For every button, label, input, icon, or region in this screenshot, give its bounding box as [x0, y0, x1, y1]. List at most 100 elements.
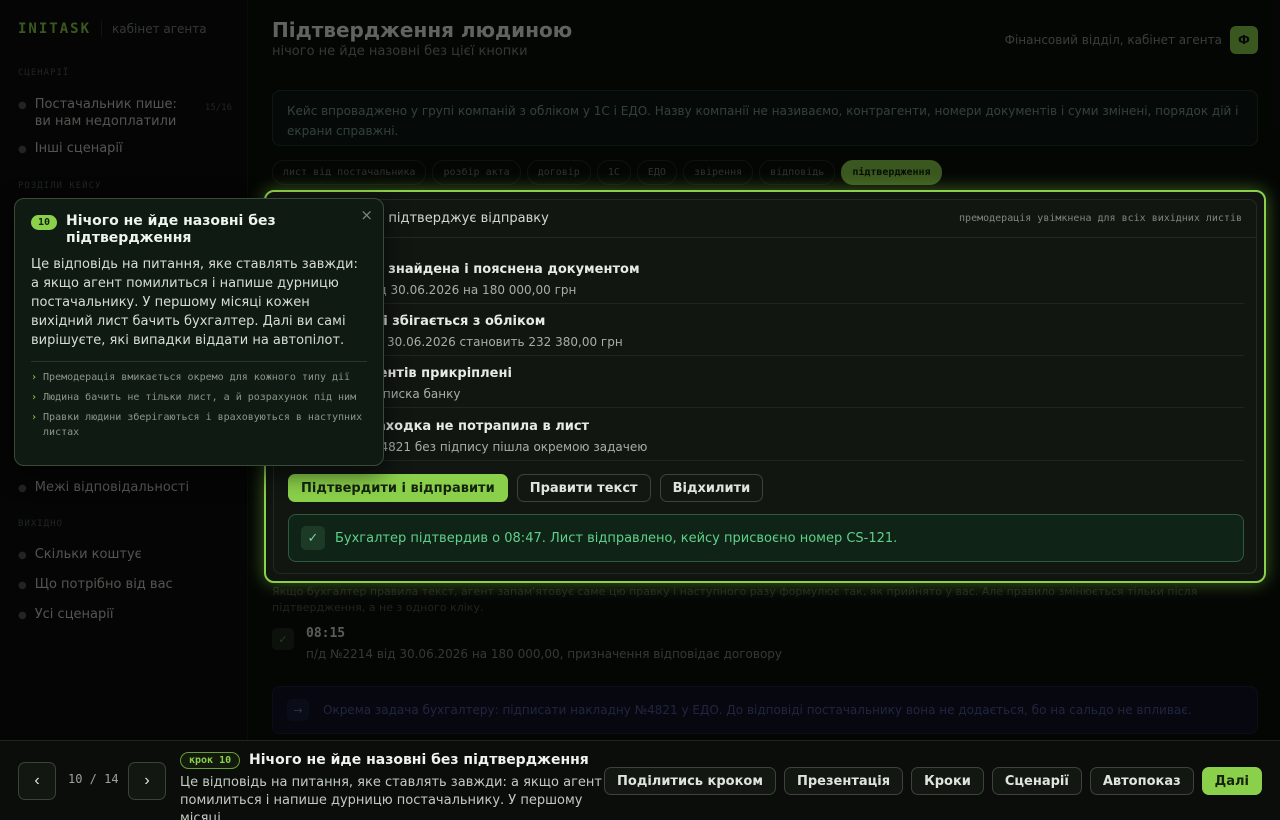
- tab-1c[interactable]: 1С: [596, 160, 631, 185]
- next-step-arrow-button[interactable]: ›: [128, 762, 166, 800]
- success-text: Бухгалтер підтвердив о 08:47. Лист відпр…: [335, 530, 898, 546]
- bullet-icon: ●: [18, 610, 27, 621]
- sidebar-item-label: Постачальник пише: ви нам недоплатили: [34, 97, 177, 129]
- check-desc: №4821 без підпису пішла окремою задачею: [368, 440, 648, 454]
- presentation-button[interactable]: Презентація: [783, 767, 904, 795]
- tour-bar: ‹ 10 / 14 › крок 10 Нічого не йде назовн…: [0, 740, 1280, 820]
- close-icon[interactable]: ×: [360, 206, 373, 224]
- bullet-icon: ●: [18, 100, 27, 111]
- confirmation-card: ер підтверджує відправку премодерація ув…: [273, 199, 1257, 574]
- divider: [31, 361, 367, 362]
- share-step-button[interactable]: Поділитись кроком: [604, 767, 776, 795]
- popover-bullet: › Людина бачить не тільки лист, а й розр…: [31, 390, 367, 405]
- sidebar-item-label: Межі відповідальності: [34, 480, 190, 495]
- sidebar-item-count: 15/16: [204, 103, 232, 113]
- popover-title: Нічого не йде назовні без підтвердження: [66, 213, 276, 246]
- step-badge: крок 10: [180, 752, 241, 769]
- brand-divider: [101, 21, 103, 37]
- check-icon: ✓: [272, 628, 294, 650]
- chevron-right-icon: ›: [31, 412, 38, 423]
- steps-button[interactable]: Кроки: [911, 767, 984, 795]
- sidebar-item-label: Що потрібно від вас: [34, 577, 173, 592]
- bullet-text: Людина бачить не тільки лист, а й розрах…: [43, 392, 357, 403]
- sidebar-item-scenario-current[interactable]: ● Постачальник пише: ви нам недоплатили …: [18, 96, 232, 130]
- step-counter: 10 / 14: [68, 772, 119, 786]
- sidebar-item-label: Скільки коштує: [34, 547, 142, 562]
- sidebar-item-label: Усі сценарії: [34, 607, 114, 622]
- sidebar-item-cost[interactable]: ● Скільки коштує: [18, 546, 232, 564]
- check-title: ть знайдена і пояснена документом: [368, 262, 640, 277]
- tab-act-review[interactable]: розбір акта: [432, 160, 521, 185]
- check-row: находка не потрапила в лист №4821 без пі…: [288, 409, 1244, 461]
- tab-reply[interactable]: відповідь: [759, 160, 836, 185]
- popover-bullet: › Правки людини зберігаються і враховуют…: [31, 410, 367, 440]
- tab-edo[interactable]: ЕДО: [636, 160, 677, 185]
- bullet-text: Премодерація вмикається окремо для кожно…: [43, 372, 351, 383]
- org-name: Фінансовий відділ, кабінет агента: [1004, 33, 1222, 47]
- org-switcher[interactable]: Фінансовий відділ, кабінет агента Ф: [1005, 26, 1258, 54]
- tour-step-title: Нічого не йде назовні без підтвердження: [249, 752, 589, 768]
- sidebar-item-responsibility[interactable]: ● Межі відповідальності: [18, 479, 232, 497]
- task-text: Окрема задача бухгалтеру: підписати накл…: [323, 703, 1192, 717]
- sidebar-item-label: Інші сценарії: [34, 141, 123, 156]
- bullet-icon: ●: [18, 580, 27, 591]
- tour-popover: 10 Нічого не йде назовні без підтверджен…: [14, 198, 384, 466]
- brand-logo[interactable]: INITASK: [18, 21, 91, 37]
- page-title: Підтвердження людиною: [272, 18, 573, 42]
- check-desc: на 30.06.2026 становить 232 380,00 грн: [368, 335, 623, 349]
- popover-header: 10 Нічого не йде назовні без підтверджен…: [31, 213, 367, 247]
- tab-contract[interactable]: договір: [526, 160, 591, 185]
- bullet-icon: ●: [18, 483, 27, 494]
- brand-subtitle: кабінет агента: [112, 22, 207, 36]
- confirm-send-button[interactable]: Підтвердити і відправити: [288, 474, 508, 502]
- timeline-entry: ✓ 08:15 п/д №2214 від 30.06.2026 на 180 …: [272, 626, 782, 661]
- prev-step-button[interactable]: ‹: [18, 762, 56, 800]
- sidebar-item-other-scenarios[interactable]: ● Інші сценарії: [18, 140, 232, 158]
- chevron-right-icon: ›: [31, 372, 38, 383]
- timeline-time: 08:15: [306, 626, 346, 641]
- tour-actions: Поділитись кроком Презентація Кроки Сцен…: [604, 767, 1262, 795]
- next-button[interactable]: Далі: [1201, 767, 1262, 795]
- case-note: Кейс впроваджено у групі компаній з облі…: [272, 90, 1258, 146]
- arrow-right-icon: →: [287, 699, 309, 721]
- bullet-text: Правки людини зберігаються і враховуютьс…: [43, 412, 363, 438]
- chevron-right-icon: ›: [31, 392, 38, 403]
- bullet-icon: ●: [18, 550, 27, 561]
- success-banner: ✓ Бухгалтер підтвердив о 08:47. Лист від…: [288, 514, 1244, 562]
- timeline-desc: п/д №2214 від 30.06.2026 на 180 000,00, …: [306, 647, 783, 661]
- section-scenarios: СЦЕНАРІЇ: [18, 68, 70, 78]
- page-subtitle: нічого не йде назовні без цієї кнопки: [272, 44, 528, 59]
- separate-task: → Окрема задача бухгалтеру: підписати на…: [272, 686, 1258, 734]
- section-more: ВИХІДНО: [18, 519, 63, 529]
- reject-button[interactable]: Відхилити: [659, 474, 764, 502]
- check-desc: від 30.06.2026 на 180 000,00 грн: [368, 283, 577, 297]
- card-header: ер підтверджує відправку премодерація ув…: [274, 200, 1256, 238]
- check-title: находка не потрапила в лист: [368, 419, 590, 434]
- spotlight-card: ер підтверджує відправку премодерація ув…: [264, 190, 1266, 583]
- tab-supplier-letter[interactable]: лист від постачальника: [272, 160, 427, 185]
- sidebar-item-all-scenarios[interactable]: ● Усі сценарії: [18, 606, 232, 624]
- sidebar-item-requirements[interactable]: ● Що потрібно від вас: [18, 576, 232, 594]
- card-actions: Підтвердити і відправити Правити текст В…: [288, 474, 764, 502]
- tab-reconciliation[interactable]: звірення: [682, 160, 754, 185]
- edit-text-button[interactable]: Правити текст: [516, 474, 651, 502]
- check-title: сті збігається з обліком: [368, 314, 546, 329]
- check-title: ментів прикріплені: [368, 366, 512, 381]
- after-note: Якщо бухгалтер правила текст, агент запа…: [272, 585, 1198, 614]
- step-number-badge: 10: [31, 215, 58, 230]
- step-tabs: лист від постачальника розбір акта догов…: [272, 160, 942, 185]
- tab-confirmation[interactable]: підтвердження: [841, 160, 942, 185]
- tour-step-desc: Це відповідь на питання, яке ставлять за…: [180, 775, 602, 820]
- popover-bullet: › Премодерація вмикається окремо для кож…: [31, 370, 367, 385]
- check-icon: ✓: [301, 526, 325, 550]
- popover-body: Це відповідь на питання, яке ставлять за…: [31, 257, 358, 348]
- avatar[interactable]: Ф: [1230, 26, 1258, 54]
- bullet-icon: ●: [18, 144, 27, 155]
- brand: INITASK кабінет агента: [18, 18, 247, 40]
- check-row: ментів прикріплені виписка банку: [288, 356, 1244, 408]
- check-row: ть знайдена і пояснена документом від 30…: [288, 252, 1244, 304]
- autoplay-button[interactable]: Автопоказ: [1089, 767, 1194, 795]
- app-root: INITASK кабінет агента СЦЕНАРІЇ ● Постач…: [0, 0, 1280, 820]
- check-row: сті збігається з обліком на 30.06.2026 с…: [288, 304, 1244, 356]
- scenarios-button[interactable]: Сценарії: [991, 767, 1082, 795]
